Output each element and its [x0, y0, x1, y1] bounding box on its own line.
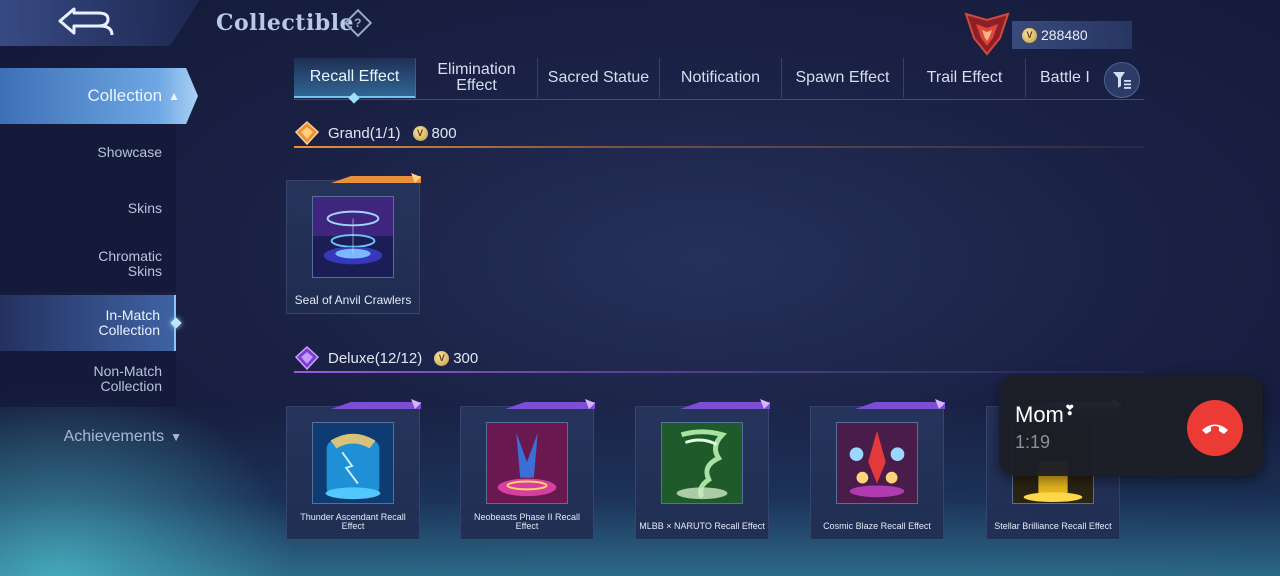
- call-duration: 1:19: [1015, 432, 1051, 452]
- deluxe-ribbon-icon: [855, 399, 945, 409]
- collectible-card[interactable]: MLBB × NARUTO Recall Effect: [635, 399, 770, 540]
- collectible-card[interactable]: Seal of Anvil Crawlers: [286, 173, 421, 314]
- seal-of-anvil-crawlers-icon: [312, 196, 394, 278]
- tab-recall-effect[interactable]: Recall Effect: [294, 58, 416, 98]
- page-title: Collectible: [216, 10, 355, 36]
- tab-notification[interactable]: Notification: [660, 58, 782, 98]
- section-deluxe-price: 300: [453, 349, 479, 367]
- sidebar-item-showcase[interactable]: Showcase: [0, 124, 176, 180]
- nav-collection[interactable]: Collection ▲: [0, 68, 198, 124]
- sidebar-item-skins[interactable]: Skins: [0, 180, 176, 236]
- section-deluxe-header: Deluxe(12/12) V 300: [294, 343, 1144, 373]
- chevron-down-icon: ▼: [170, 430, 182, 444]
- coin-icon: V: [412, 125, 428, 141]
- section-grand-price: 800: [431, 124, 457, 142]
- collectible-card[interactable]: Neobeasts Phase II Recall Effect: [460, 399, 595, 540]
- section-deluxe-divider: [294, 371, 1144, 373]
- rank-emblem-icon: [964, 12, 1010, 56]
- caller-name: Mom❣: [1015, 402, 1076, 427]
- section-grand-divider: [294, 146, 1144, 148]
- filter-button[interactable]: [1104, 62, 1140, 98]
- chevron-up-icon: ▲: [168, 89, 180, 103]
- tab-trail-effect[interactable]: Trail Effect: [904, 58, 1026, 98]
- sidebar-item-non-match-collection[interactable]: Non-Match Collection: [0, 351, 176, 407]
- collectible-name: Neobeasts Phase II Recall Effect: [473, 512, 581, 531]
- neobeasts-icon: [486, 422, 568, 504]
- cosmic-blaze-icon: [836, 422, 918, 504]
- currency-display: V 288480: [1012, 21, 1132, 49]
- section-grand-title: Grand(1/1): [328, 124, 401, 142]
- tab-sacred-statue[interactable]: Sacred Statue: [538, 58, 660, 98]
- deluxe-gem-icon: [294, 345, 320, 371]
- back-arrow-icon: [58, 7, 114, 36]
- phone-hangup-icon: [1202, 424, 1228, 434]
- call-notification[interactable]: Mom❣ 1:19: [999, 376, 1263, 476]
- naruto-tornado-icon: [661, 422, 743, 504]
- heart-icon: ❣: [1063, 402, 1076, 418]
- hang-up-button[interactable]: [1187, 400, 1243, 456]
- collectible-name: Thunder Ascendant Recall Effect: [300, 512, 406, 531]
- collectible-card[interactable]: Cosmic Blaze Recall Effect: [810, 399, 945, 540]
- section-grand-header: Grand(1/1) V 800: [294, 118, 1144, 148]
- filter-icon: [1113, 72, 1131, 89]
- section-deluxe-title: Deluxe(12/12): [328, 349, 423, 367]
- sidebar-item-in-match-collection[interactable]: In-Match Collection: [0, 295, 176, 351]
- thunder-ascendant-icon: [312, 422, 394, 504]
- sidebar-item-chromatic-skins[interactable]: Chromatic Skins: [0, 236, 176, 292]
- tab-elimination-effect[interactable]: Elimination Effect: [416, 58, 538, 98]
- deluxe-ribbon-icon: [331, 399, 421, 409]
- collectible-card[interactable]: Thunder Ascendant Recall Effect: [286, 399, 421, 540]
- nav-achievements[interactable]: Achievements ▼: [0, 422, 190, 452]
- currency-value: 288480: [1041, 27, 1088, 43]
- deluxe-ribbon-icon: [680, 399, 770, 409]
- category-tabs: Recall Effect Elimination Effect Sacred …: [294, 58, 1144, 100]
- grand-ribbon-icon: [331, 173, 421, 183]
- grand-gem-icon: [294, 120, 320, 146]
- deluxe-ribbon-icon: [505, 399, 595, 409]
- tab-spawn-effect[interactable]: Spawn Effect: [782, 58, 904, 98]
- collectible-name: Seal of Anvil Crawlers: [294, 293, 412, 307]
- collectible-name: MLBB × NARUTO Recall Effect: [639, 521, 765, 531]
- tab-battle[interactable]: Battle I: [1026, 58, 1100, 98]
- collectible-name: Stellar Brilliance Recall Effect: [994, 521, 1112, 531]
- collectible-name: Cosmic Blaze Recall Effect: [823, 521, 931, 531]
- coin-icon: V: [434, 350, 450, 366]
- nav-collection-label: Collection: [87, 86, 163, 105]
- back-button[interactable]: [0, 0, 200, 46]
- coin-icon: V: [1022, 27, 1037, 43]
